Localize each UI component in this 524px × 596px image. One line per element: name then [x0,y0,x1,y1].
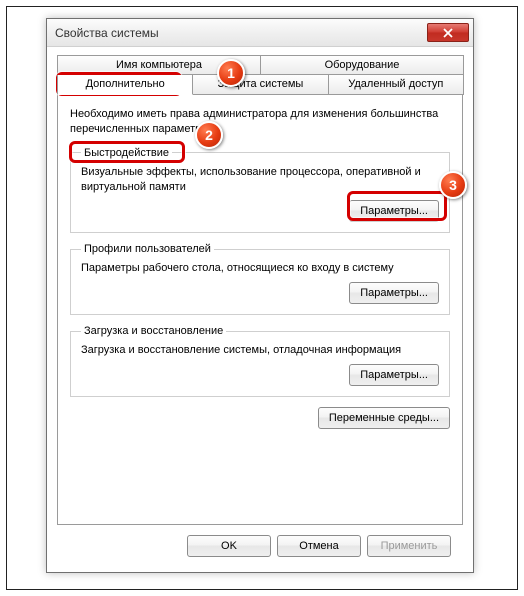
performance-settings-button[interactable]: Параметры... [349,200,439,222]
apply-button[interactable]: Применить [367,535,451,557]
group-user-profiles-desc: Параметры рабочего стола, относящиеся ко… [81,261,439,276]
close-icon [443,28,453,38]
cancel-button[interactable]: Отмена [277,535,361,557]
admin-rights-note: Необходимо иметь права администратора дл… [70,107,450,137]
tab-system-protection[interactable]: Защита системы [192,75,328,95]
ok-button[interactable]: OK [187,535,271,557]
startup-recovery-settings-button[interactable]: Параметры... [349,364,439,386]
titlebar: Свойства системы [47,19,473,47]
group-performance-legend: Быстродействие [81,147,172,159]
group-startup-recovery: Загрузка и восстановление Загрузка и вос… [70,325,450,397]
tab-advanced[interactable]: Дополнительно [57,75,193,95]
group-startup-recovery-desc: Загрузка и восстановление системы, отлад… [81,343,439,358]
user-profiles-settings-button[interactable]: Параметры... [349,282,439,304]
group-startup-recovery-legend: Загрузка и восстановление [81,325,226,337]
tab-computer-name[interactable]: Имя компьютера [57,55,261,75]
window-title: Свойства системы [55,26,159,40]
environment-variables-button[interactable]: Переменные среды... [318,407,450,429]
tab-strip: Имя компьютера Оборудование Дополнительн… [57,55,463,95]
group-performance: Быстродействие Визуальные эффекты, испол… [70,147,450,234]
tab-hardware[interactable]: Оборудование [260,55,464,75]
dialog-button-row: OK Отмена Применить [57,525,463,557]
tab-content-advanced: Необходимо иметь права администратора дл… [57,95,463,525]
system-properties-window: Свойства системы Имя компьютера Оборудов… [46,18,474,573]
tab-remote[interactable]: Удаленный доступ [328,75,464,95]
close-button[interactable] [427,23,469,42]
window-body: Имя компьютера Оборудование Дополнительн… [47,47,473,567]
group-performance-desc: Визуальные эффекты, использование процес… [81,165,439,195]
group-user-profiles-legend: Профили пользователей [81,243,214,255]
group-user-profiles: Профили пользователей Параметры рабочего… [70,243,450,315]
